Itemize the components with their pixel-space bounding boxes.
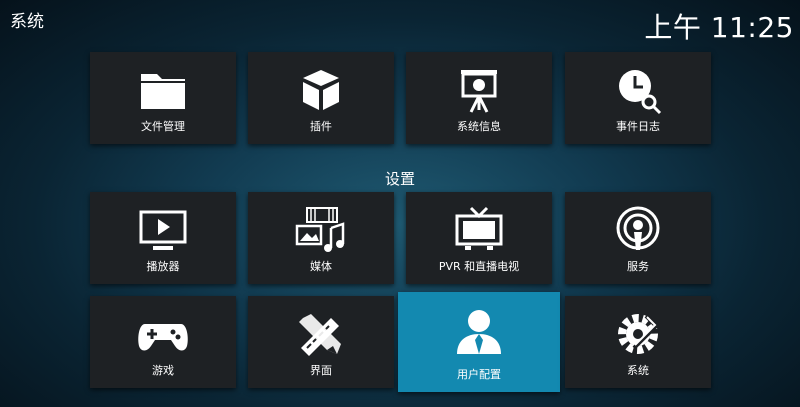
section-label-settings: 设置: [384, 170, 415, 188]
tile-system[interactable]: 系统: [565, 296, 711, 388]
gamepad-icon: [135, 308, 191, 360]
tile-label: 服务: [627, 260, 649, 273]
tile-addons[interactable]: 插件: [248, 52, 394, 144]
tv-antenna-icon: [451, 204, 507, 256]
tile-profiles[interactable]: 用户配置: [398, 292, 560, 392]
tile-label: 事件日志: [616, 120, 660, 133]
clock-search-icon: [610, 64, 666, 116]
tile-file-manager[interactable]: 文件管理: [90, 52, 236, 144]
user-icon: [451, 306, 507, 358]
tv-play-icon: [135, 204, 191, 256]
tile-label: PVR 和直播电视: [438, 260, 520, 273]
tile-label: 插件: [310, 120, 332, 133]
tile-media[interactable]: 媒体: [248, 192, 394, 284]
tile-label: 文件管理: [141, 120, 185, 133]
gear-wrench-icon: [610, 308, 666, 360]
tile-player[interactable]: 播放器: [90, 192, 236, 284]
tile-label: 游戏: [152, 364, 174, 377]
pencil-ruler-icon: [293, 308, 349, 360]
clock: 上午 11:25: [644, 11, 794, 44]
box-icon: [293, 64, 349, 116]
podcast-icon: [610, 204, 666, 256]
tile-label: 媒体: [310, 260, 332, 273]
tile-label: 界面: [310, 364, 332, 377]
tile-services[interactable]: 服务: [565, 192, 711, 284]
tile-label: 系统信息: [457, 120, 501, 133]
tile-label: 用户配置: [457, 368, 501, 381]
presentation-icon: [451, 64, 507, 116]
tile-label: 播放器: [146, 260, 180, 273]
tile-games[interactable]: 游戏: [90, 296, 236, 388]
tile-system-info[interactable]: 系统信息: [406, 52, 552, 144]
tile-pvr-live-tv[interactable]: PVR 和直播电视: [406, 192, 552, 284]
tile-label: 系统: [627, 364, 649, 377]
folder-icon: [135, 64, 191, 116]
window-title: 系统: [10, 12, 44, 32]
tile-event-log[interactable]: 事件日志: [565, 52, 711, 144]
media-icon: [293, 204, 349, 256]
tile-interface[interactable]: 界面: [248, 296, 394, 388]
